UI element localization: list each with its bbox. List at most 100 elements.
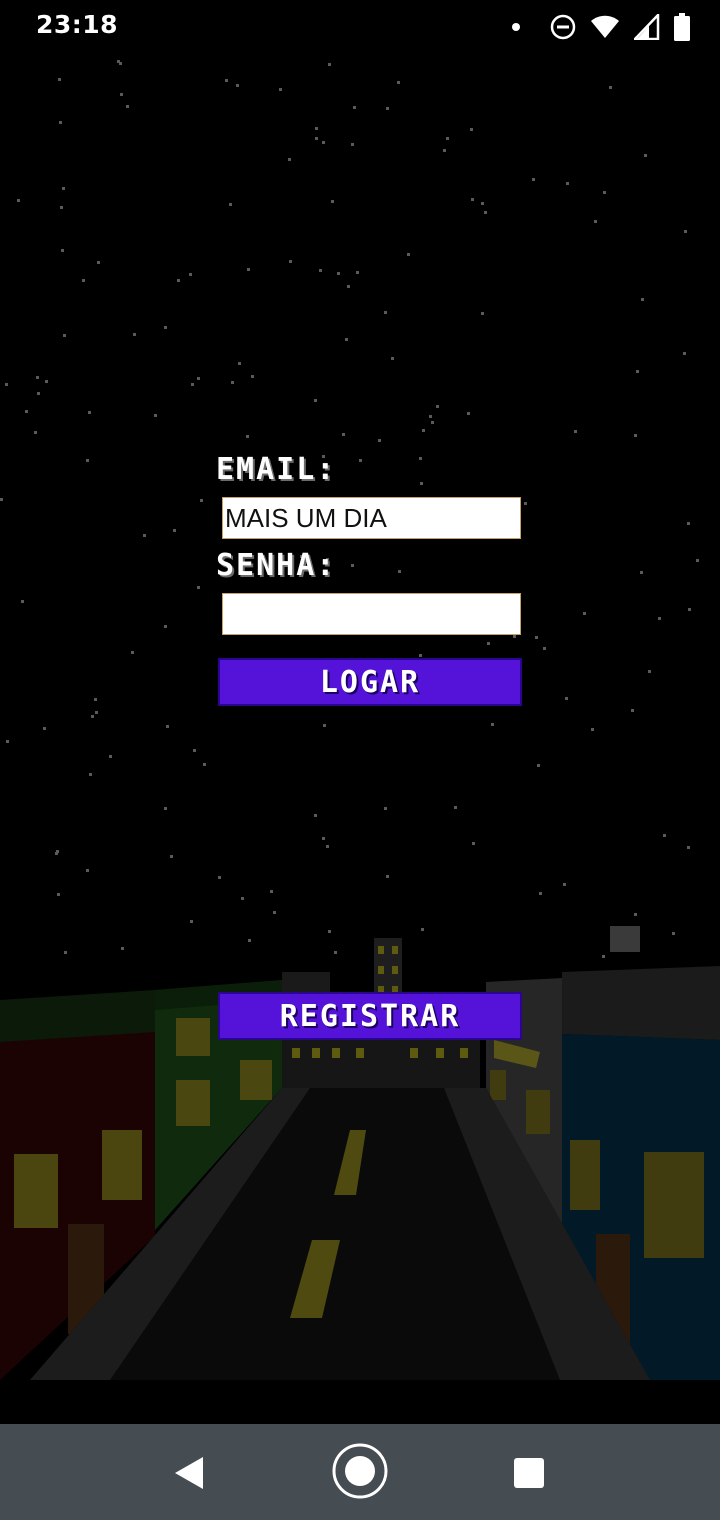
star (63, 334, 66, 337)
star (398, 570, 401, 573)
register-button[interactable]: REGISTRAR (218, 992, 522, 1040)
star (55, 852, 58, 855)
star (236, 84, 239, 87)
star (177, 279, 180, 282)
star (537, 764, 540, 767)
star (422, 429, 425, 432)
star (64, 951, 67, 954)
star (59, 121, 62, 124)
star (322, 141, 325, 144)
star (470, 128, 473, 131)
star (289, 260, 292, 263)
star (397, 81, 400, 84)
wifi-icon (591, 15, 619, 38)
star (288, 158, 291, 161)
star (193, 749, 196, 752)
star (539, 892, 542, 895)
status-time: 23:18 (36, 10, 119, 39)
star (687, 846, 690, 849)
star (62, 187, 65, 190)
star (356, 271, 359, 274)
star (345, 338, 348, 341)
star (0, 498, 3, 501)
star (543, 647, 546, 650)
star (640, 571, 643, 574)
star (60, 206, 63, 209)
star (535, 636, 538, 639)
notification-dot-icon (512, 23, 520, 31)
star (43, 727, 46, 730)
star (420, 482, 423, 485)
login-button[interactable]: LOGAR (218, 658, 522, 706)
login-button-label: LOGAR (319, 664, 421, 700)
do-not-disturb-icon (550, 14, 576, 40)
star (391, 357, 394, 360)
star (133, 333, 136, 336)
star (126, 105, 129, 108)
star (378, 439, 381, 442)
star (225, 79, 228, 82)
star (91, 715, 94, 718)
star (121, 947, 124, 950)
star (88, 411, 91, 414)
star (164, 625, 167, 628)
star (86, 869, 89, 872)
star (644, 154, 647, 157)
star (25, 410, 28, 413)
star (191, 383, 194, 386)
star (574, 430, 577, 433)
star (602, 955, 605, 958)
star (131, 651, 134, 654)
star (231, 381, 234, 384)
star (634, 913, 637, 916)
star (229, 203, 232, 206)
star (328, 63, 331, 66)
star (331, 200, 334, 203)
star (481, 202, 484, 205)
star (17, 199, 20, 202)
star (273, 911, 276, 914)
star (436, 405, 439, 408)
email-field[interactable]: MAIS UM DIA (222, 497, 521, 539)
star (419, 457, 422, 460)
star (164, 326, 167, 329)
star (384, 807, 387, 810)
star (658, 617, 661, 620)
star (683, 352, 686, 355)
star (247, 268, 250, 271)
cell-signal-icon (634, 14, 660, 40)
star (565, 697, 568, 700)
star (384, 311, 387, 314)
star (672, 932, 675, 935)
star (347, 285, 350, 288)
star (61, 249, 64, 252)
password-field[interactable] (222, 593, 521, 635)
star (314, 399, 317, 402)
star (532, 178, 535, 181)
star (359, 459, 362, 462)
back-button[interactable] (166, 1450, 212, 1496)
star (419, 654, 422, 657)
star (491, 723, 494, 726)
recents-icon (514, 1458, 544, 1488)
star (57, 893, 60, 896)
recents-button[interactable] (506, 1450, 552, 1496)
star (407, 253, 410, 256)
star (21, 600, 24, 603)
star (431, 421, 434, 424)
star (270, 890, 273, 893)
star (170, 855, 173, 858)
star (319, 269, 322, 272)
star (315, 137, 318, 140)
password-label: SENHA: (216, 548, 337, 583)
register-button-label: REGISTRAR (279, 998, 461, 1034)
star (37, 392, 40, 395)
star (594, 220, 597, 223)
email-label: EMAIL: (216, 452, 337, 487)
star (524, 502, 527, 505)
home-button[interactable] (331, 1442, 389, 1500)
battery-icon (674, 13, 690, 41)
star (82, 279, 85, 282)
star (203, 763, 206, 766)
star (251, 375, 254, 378)
